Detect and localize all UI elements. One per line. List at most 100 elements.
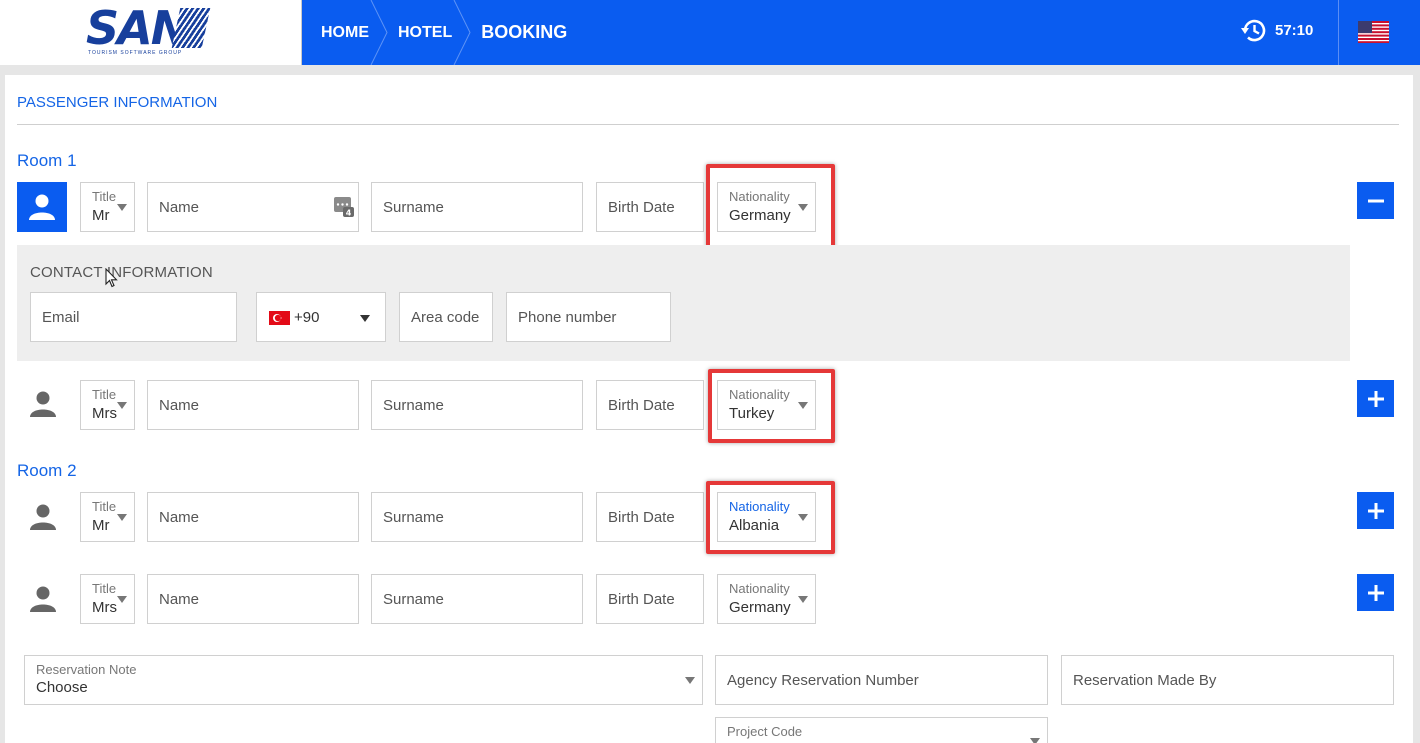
reservation-made-by-placeholder: Reservation Made By xyxy=(1073,672,1217,689)
title-select[interactable]: Title Mr xyxy=(80,492,135,542)
caret-down-icon xyxy=(360,315,370,322)
user-icon xyxy=(29,194,55,220)
nationality-value: Germany xyxy=(729,599,791,616)
phone-number-placeholder: Phone number xyxy=(518,309,617,326)
add-passenger-button[interactable] xyxy=(1357,380,1394,417)
surname-input[interactable]: Surname xyxy=(371,574,583,624)
user-icon[interactable] xyxy=(28,502,58,532)
breadcrumb: HOME HOTEL BOOKING xyxy=(302,0,577,65)
birth-date-placeholder: Birth Date xyxy=(608,509,675,526)
surname-placeholder: Surname xyxy=(383,591,444,608)
history-clock-icon xyxy=(1241,19,1266,42)
birth-date-placeholder: Birth Date xyxy=(608,397,675,414)
caret-down-icon xyxy=(685,677,695,684)
nationality-highlight xyxy=(708,369,835,443)
title-value: Mr xyxy=(92,207,110,224)
contact-information-panel: CONTACT INFORMATION Email +90 Area code … xyxy=(17,245,1350,361)
header-divider xyxy=(1338,0,1339,65)
nationality-select[interactable]: Nationality Germany xyxy=(717,574,816,624)
section-title: PASSENGER INFORMATION xyxy=(17,94,218,111)
breadcrumb-booking-label: BOOKING xyxy=(481,22,568,42)
top-header: SAN TOURISM SOFTWARE GROUP HOME HOTEL BO… xyxy=(0,0,1420,65)
breadcrumb-home[interactable]: HOME xyxy=(302,0,388,65)
birth-date-input[interactable]: Birth Date xyxy=(596,380,704,430)
title-value: Mrs xyxy=(92,405,117,422)
surname-input[interactable]: Surname xyxy=(371,492,583,542)
minus-icon xyxy=(1367,199,1384,202)
surname-placeholder: Surname xyxy=(383,199,444,216)
email-placeholder: Email xyxy=(42,309,80,326)
svg-text:4: 4 xyxy=(346,209,352,218)
area-code-placeholder: Area code xyxy=(411,309,480,326)
surname-placeholder: Surname xyxy=(383,509,444,526)
title-select[interactable]: Title Mr xyxy=(80,182,135,232)
room-2-title: Room 2 xyxy=(17,461,77,480)
plus-icon xyxy=(1367,502,1384,519)
project-code-select[interactable]: Project Code xyxy=(715,717,1048,743)
surname-placeholder: Surname xyxy=(383,397,444,414)
plus-icon xyxy=(1367,584,1384,601)
title-label: Title xyxy=(92,499,117,514)
turkey-flag-icon xyxy=(269,311,290,325)
caret-down-icon xyxy=(117,514,127,521)
reservation-note-value: Choose xyxy=(36,679,88,696)
session-timer: 57:10 xyxy=(1240,18,1313,43)
caret-down-icon xyxy=(798,596,808,603)
title-value: Mr xyxy=(92,517,110,534)
name-input[interactable]: Name xyxy=(147,492,359,542)
caret-down-icon xyxy=(117,204,127,211)
name-placeholder: Name xyxy=(159,199,200,216)
agency-reservation-number-placeholder: Agency Reservation Number xyxy=(727,672,919,689)
name-input[interactable]: Name xyxy=(147,574,359,624)
reservation-made-by-input[interactable]: Reservation Made By xyxy=(1061,655,1394,705)
caret-down-icon xyxy=(117,596,127,603)
room-1-title: Room 1 xyxy=(17,151,77,170)
breadcrumb-home-label: HOME xyxy=(321,23,369,41)
area-code-input[interactable]: Area code xyxy=(399,292,493,342)
breadcrumb-hotel-label: HOTEL xyxy=(398,23,453,41)
name-input[interactable]: Name 4 xyxy=(147,182,359,232)
passenger-card: PASSENGER INFORMATION Room 1 Title Mr Na… xyxy=(5,75,1413,743)
user-icon[interactable] xyxy=(28,389,58,419)
dial-code-value: +90 xyxy=(294,309,320,326)
title-value: Mrs xyxy=(92,599,117,616)
birth-date-input[interactable]: Birth Date xyxy=(596,182,704,232)
title-label: Title xyxy=(92,189,117,204)
surname-input[interactable]: Surname xyxy=(371,182,583,232)
name-placeholder: Name xyxy=(159,397,200,414)
title-label: Title xyxy=(92,581,117,596)
remove-passenger-button[interactable] xyxy=(1357,182,1394,219)
title-select[interactable]: Title Mrs xyxy=(80,574,135,624)
timer-value: 57:10 xyxy=(1275,22,1314,39)
nationality-label: Nationality xyxy=(729,581,790,596)
add-passenger-button[interactable] xyxy=(1357,492,1394,529)
reservation-note-label: Reservation Note xyxy=(36,662,137,677)
user-icon[interactable] xyxy=(28,584,58,614)
email-input[interactable]: Email xyxy=(30,292,237,342)
mouse-cursor-icon xyxy=(105,268,118,288)
breadcrumb-booking: BOOKING xyxy=(462,0,577,65)
agency-reservation-number-input[interactable]: Agency Reservation Number xyxy=(715,655,1048,705)
contact-card-icon[interactable]: 4 xyxy=(333,196,355,218)
birth-date-placeholder: Birth Date xyxy=(608,591,675,608)
birth-date-input[interactable]: Birth Date xyxy=(596,574,704,624)
breadcrumb-hotel[interactable]: HOTEL xyxy=(379,0,471,65)
name-input[interactable]: Name xyxy=(147,380,359,430)
name-placeholder: Name xyxy=(159,591,200,608)
title-select[interactable]: Title Mrs xyxy=(80,380,135,430)
logo[interactable]: SAN TOURISM SOFTWARE GROUP xyxy=(0,0,302,65)
add-passenger-button[interactable] xyxy=(1357,574,1394,611)
dial-code-select[interactable]: +90 xyxy=(256,292,386,342)
birth-date-input[interactable]: Birth Date xyxy=(596,492,704,542)
surname-input[interactable]: Surname xyxy=(371,380,583,430)
contact-title: CONTACT INFORMATION xyxy=(30,264,213,281)
us-flag-icon[interactable] xyxy=(1358,21,1389,43)
passenger-avatar-active[interactable] xyxy=(17,182,67,232)
nationality-highlight xyxy=(706,164,835,254)
title-label: Title xyxy=(92,387,117,402)
logo-subtitle: TOURISM SOFTWARE GROUP xyxy=(88,50,183,56)
phone-number-input[interactable]: Phone number xyxy=(506,292,671,342)
caret-down-icon xyxy=(1030,738,1040,743)
section-divider xyxy=(17,124,1399,125)
reservation-note-select[interactable]: Reservation Note Choose xyxy=(24,655,703,705)
